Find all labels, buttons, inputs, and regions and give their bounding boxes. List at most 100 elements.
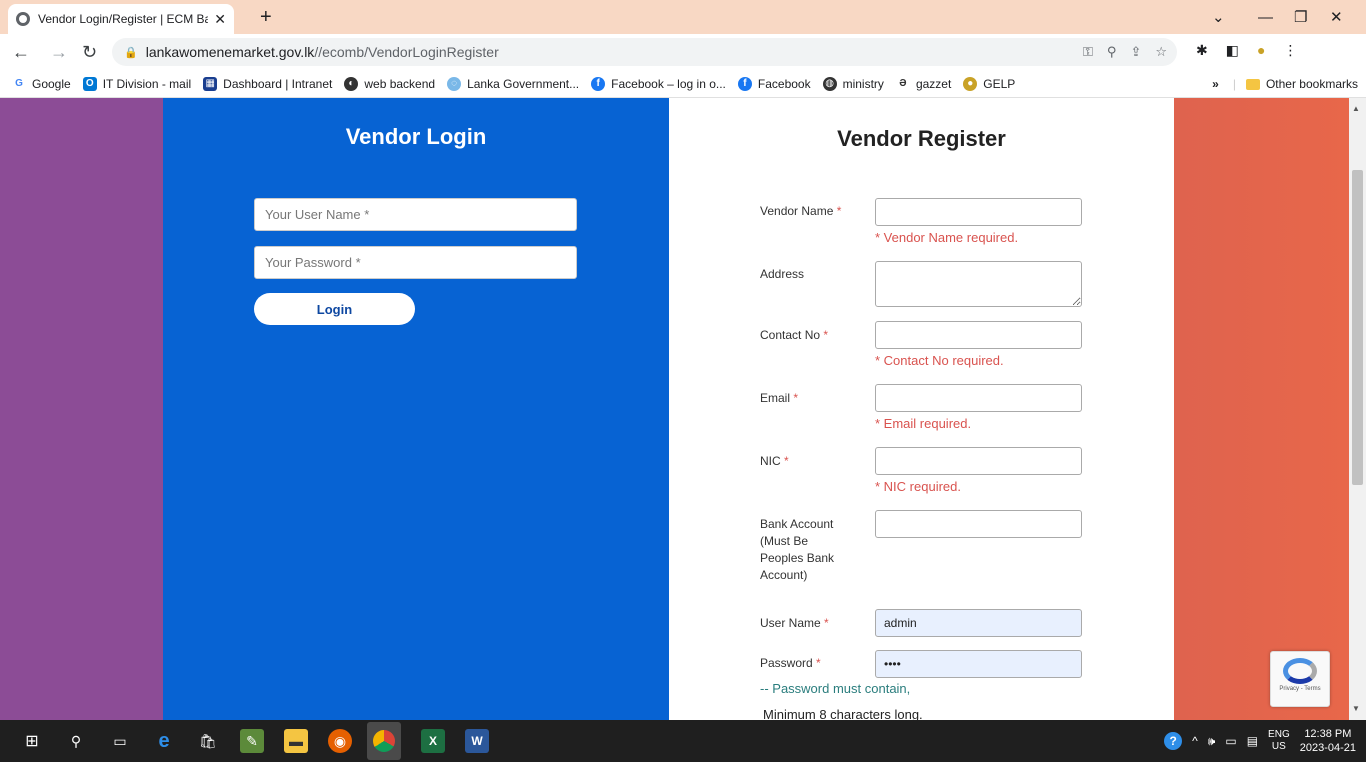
windows-taskbar: ⊞ ⚲ ▭ e 🛍 ✎ ▬ ◉ X W ? ^ 🕪 ▭ ▤ ENG US 12:… bbox=[0, 720, 1366, 762]
address-bar-row: ← → ↻ 🔒 lankawomenemarket.gov.lk//ecomb/… bbox=[0, 34, 1366, 70]
browser-tab[interactable]: Vendor Login/Register | ECM Bac ✕ bbox=[8, 4, 234, 34]
bookmark-item[interactable]: f Facebook bbox=[737, 76, 811, 91]
dashboard-icon: ▦ bbox=[203, 76, 218, 91]
login-button[interactable]: Login bbox=[254, 293, 415, 325]
file-explorer-icon[interactable]: ▬ bbox=[284, 729, 308, 753]
firefox-icon[interactable]: ◉ bbox=[328, 729, 352, 753]
password-rule: Minimum 8 characters long. bbox=[763, 707, 923, 720]
contact-input[interactable] bbox=[875, 321, 1082, 349]
notification-icon[interactable]: ▤ bbox=[1247, 734, 1258, 748]
vendor-register-panel: Vendor Register Vendor Name * * Vendor N… bbox=[669, 98, 1174, 720]
share-icon[interactable]: ⇪ bbox=[1130, 44, 1141, 60]
username-label: User Name * bbox=[760, 616, 829, 630]
nic-input[interactable] bbox=[875, 447, 1082, 475]
notepad-icon[interactable]: ✎ bbox=[240, 729, 264, 753]
back-icon[interactable]: ← bbox=[12, 40, 30, 64]
google-icon: G bbox=[12, 76, 26, 91]
password-note: -- Password must contain, bbox=[760, 681, 911, 696]
address-label: Address bbox=[760, 267, 805, 281]
bookmark-item[interactable]: O IT Division - mail bbox=[82, 76, 191, 91]
scroll-thumb[interactable] bbox=[1352, 170, 1363, 485]
vendor-name-label: Vendor Name * bbox=[760, 204, 842, 218]
tab-close-icon[interactable]: ✕ bbox=[214, 11, 226, 28]
web-backend-icon: ◐ bbox=[344, 76, 359, 91]
recaptcha-badge[interactable]: Privacy - Terms bbox=[1270, 651, 1330, 707]
email-input[interactable] bbox=[875, 384, 1082, 412]
bookmark-item[interactable]: ◌ Lanka Government... bbox=[447, 76, 579, 91]
side-panel-icon[interactable]: ◧ bbox=[1226, 42, 1239, 59]
tab-title: Vendor Login/Register | ECM Bac bbox=[38, 12, 209, 26]
vendor-name-error: * Vendor Name required. bbox=[875, 230, 1019, 245]
lanka-gov-icon: ◌ bbox=[447, 76, 462, 91]
task-view-icon[interactable]: ▭ bbox=[108, 729, 132, 753]
bank-account-label: Bank Account (Must Be Peoples Bank Accou… bbox=[760, 517, 835, 582]
extensions-icon[interactable]: ✱ bbox=[1196, 42, 1208, 59]
key-icon[interactable]: ⚿ bbox=[1083, 44, 1093, 60]
profile-avatar[interactable]: ● bbox=[1257, 42, 1265, 59]
gazzet-icon: Ә bbox=[895, 76, 910, 91]
login-password-input[interactable] bbox=[254, 246, 577, 279]
bookmark-item[interactable]: f Facebook – log in o... bbox=[591, 76, 726, 91]
lock-icon: 🔒 bbox=[124, 46, 138, 59]
system-tray: ? ^ 🕪 ▭ ▤ ENG US 12:38 PM 2023-04-21 bbox=[1164, 720, 1356, 762]
folder-icon bbox=[1245, 78, 1260, 90]
username-input[interactable] bbox=[875, 609, 1082, 637]
url-domain: lankawomenemarket.gov.lk bbox=[145, 44, 315, 60]
new-tab-button[interactable]: + bbox=[260, 4, 272, 30]
contact-label: Contact No * bbox=[760, 328, 829, 342]
windows-start-icon[interactable]: ⊞ bbox=[20, 729, 44, 753]
bookmark-item[interactable]: ◐ web backend bbox=[344, 76, 435, 91]
help-icon[interactable]: ? bbox=[1164, 732, 1183, 750]
clock[interactable]: 12:38 PM 2023-04-21 bbox=[1300, 727, 1356, 755]
email-error: * Email required. bbox=[875, 416, 972, 431]
excel-icon[interactable]: X bbox=[421, 729, 445, 753]
register-title: Vendor Register bbox=[837, 126, 1006, 151]
page-scrollbar[interactable]: ▲ ▼ bbox=[1349, 98, 1366, 720]
login-username-input[interactable] bbox=[254, 198, 577, 231]
globe-icon: ◍ bbox=[822, 76, 837, 91]
contact-error: * Contact No required. bbox=[875, 353, 1004, 368]
scroll-up-icon[interactable]: ▲ bbox=[1352, 104, 1360, 113]
bookmark-item[interactable]: ▦ Dashboard | Intranet bbox=[203, 76, 332, 91]
minimize-icon[interactable]: — bbox=[1258, 0, 1273, 34]
chrome-icon[interactable] bbox=[367, 722, 401, 760]
reload-icon[interactable]: ↻ bbox=[82, 40, 97, 64]
store-icon[interactable]: 🛍 bbox=[196, 729, 220, 753]
address-textarea[interactable] bbox=[875, 261, 1082, 307]
more-bookmarks-button[interactable]: » bbox=[1212, 77, 1219, 91]
language-indicator[interactable]: ENG US bbox=[1268, 729, 1290, 753]
word-icon[interactable]: W bbox=[465, 729, 489, 753]
nic-label: NIC * bbox=[760, 454, 789, 468]
tab-search-icon[interactable]: ⌄ bbox=[1212, 0, 1225, 34]
bookmark-star-icon[interactable]: ☆ bbox=[1155, 44, 1167, 60]
zoom-icon[interactable]: ⚲ bbox=[1107, 44, 1117, 60]
menu-icon[interactable]: ⋮ bbox=[1283, 42, 1297, 59]
volume-icon[interactable]: 🕪 bbox=[1208, 734, 1216, 749]
chevron-up-icon[interactable]: ^ bbox=[1192, 734, 1198, 748]
bookmark-item[interactable]: ◍ ministry bbox=[822, 76, 884, 91]
close-window-icon[interactable]: ✕ bbox=[1330, 0, 1343, 34]
url-path: //ecomb/VendorLoginRegister bbox=[314, 44, 499, 60]
scroll-down-icon[interactable]: ▼ bbox=[1352, 704, 1360, 713]
facebook-icon: f bbox=[591, 76, 606, 91]
network-icon[interactable]: ▭ bbox=[1225, 734, 1236, 748]
facebook-icon: f bbox=[737, 76, 752, 91]
bank-account-input[interactable] bbox=[875, 510, 1082, 538]
nic-error: * NIC required. bbox=[875, 479, 961, 494]
browser-tab-bar: Vendor Login/Register | ECM Bac ✕ + ⌄ — … bbox=[0, 0, 1366, 34]
url-input[interactable]: 🔒 lankawomenemarket.gov.lk//ecomb/Vendor… bbox=[112, 38, 1177, 66]
other-bookmarks-button[interactable]: Other bookmarks bbox=[1266, 77, 1358, 91]
page-background: Vendor Login Login Vendor Register Vendo… bbox=[0, 98, 1349, 720]
restore-icon[interactable]: ❐ bbox=[1294, 0, 1307, 34]
gelp-icon: ● bbox=[963, 76, 978, 91]
edge-icon[interactable]: e bbox=[152, 729, 176, 753]
bookmarks-bar: G Google O IT Division - mail ▦ Dashboard |… bbox=[0, 70, 1366, 98]
bookmark-item[interactable]: G Google bbox=[12, 76, 71, 91]
search-icon[interactable]: ⚲ bbox=[64, 729, 88, 753]
forward-icon[interactable]: → bbox=[50, 40, 68, 64]
password-label: Password * bbox=[760, 656, 821, 670]
vendor-name-input[interactable] bbox=[875, 198, 1082, 226]
password-input[interactable] bbox=[875, 650, 1082, 678]
bookmark-item[interactable]: ● GELP bbox=[963, 76, 1015, 91]
bookmark-item[interactable]: Әgazzet bbox=[895, 76, 951, 91]
